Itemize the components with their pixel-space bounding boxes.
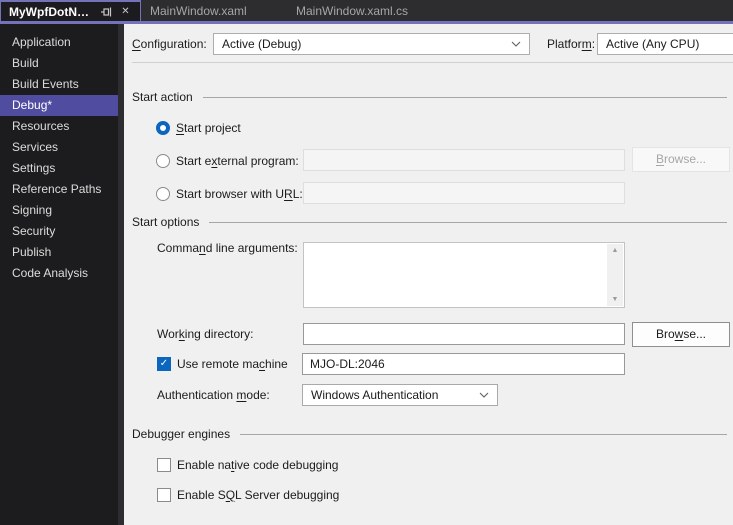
sidebar-item-publish[interactable]: Publish bbox=[0, 242, 118, 263]
sidebar-item-code-analysis[interactable]: Code Analysis bbox=[0, 263, 118, 284]
close-icon[interactable]: ✕ bbox=[119, 5, 132, 19]
browse-external-button[interactable]: Browse... bbox=[632, 147, 730, 172]
tab-label: MyWpfDotNetF* bbox=[9, 4, 94, 19]
textarea-scrollbar[interactable]: ▲ ▼ bbox=[607, 244, 623, 306]
group-rule bbox=[240, 433, 727, 435]
sidebar-item-build-events[interactable]: Build Events bbox=[0, 74, 118, 95]
tab-label: MainWindow.xaml bbox=[150, 3, 247, 18]
sidebar-item-debug[interactable]: Debug* bbox=[0, 95, 124, 116]
authentication-mode-label: Authentication mode: bbox=[157, 388, 270, 402]
sidebar-item-build[interactable]: Build bbox=[0, 53, 118, 74]
working-directory-label: Working directory: bbox=[157, 327, 254, 341]
platform-value: Active (Any CPU) bbox=[606, 37, 700, 51]
start-options-group-header: Start options bbox=[132, 215, 727, 229]
section-divider bbox=[132, 62, 733, 63]
sidebar-item-reference-paths[interactable]: Reference Paths bbox=[0, 179, 118, 200]
start-browser-radio-row: Start browser with URL: bbox=[156, 186, 303, 201]
enable-native-debugging-checkbox[interactable] bbox=[157, 457, 171, 472]
start-external-radio[interactable] bbox=[156, 153, 170, 168]
debug-page-content: Configuration: Active (Debug) Platform: … bbox=[124, 24, 733, 525]
chevron-down-icon bbox=[511, 41, 521, 47]
enable-sql-debugging-row: Enable SQL Server debugging bbox=[157, 487, 339, 502]
start-action-title: Start action bbox=[132, 90, 193, 104]
authentication-mode-dropdown[interactable]: Windows Authentication bbox=[302, 384, 498, 406]
sidebar-item-resources[interactable]: Resources bbox=[0, 116, 118, 137]
working-directory-input[interactable] bbox=[303, 323, 625, 345]
start-project-radio-row: Start project bbox=[156, 120, 241, 135]
tab-mainwindow-xaml-cs[interactable]: MainWindow.xaml.cs bbox=[287, 0, 455, 21]
sidebar-item-signing[interactable]: Signing bbox=[0, 200, 118, 221]
property-pages-sidebar: Application Build Build Events Debug* Re… bbox=[0, 24, 124, 525]
use-remote-machine-checkbox[interactable]: ✓ bbox=[157, 356, 171, 371]
start-browser-radio[interactable] bbox=[156, 186, 170, 201]
configuration-value: Active (Debug) bbox=[222, 37, 302, 51]
main-area: Application Build Build Events Debug* Re… bbox=[0, 24, 733, 525]
tab-label: MainWindow.xaml.cs bbox=[296, 3, 409, 18]
sidebar-item-application[interactable]: Application bbox=[0, 32, 118, 53]
sidebar-item-settings[interactable]: Settings bbox=[0, 158, 118, 179]
debugger-engines-group-header: Debugger engines bbox=[132, 427, 727, 441]
use-remote-machine-label: Use remote machine bbox=[177, 356, 288, 371]
external-program-input[interactable] bbox=[303, 149, 625, 171]
command-line-arguments-textarea[interactable]: ▲ ▼ bbox=[303, 242, 625, 308]
debugger-engines-title: Debugger engines bbox=[132, 427, 231, 441]
command-line-arguments-label: Command line arguments: bbox=[157, 241, 298, 255]
sidebar-item-security[interactable]: Security bbox=[0, 221, 118, 242]
start-action-group-header: Start action bbox=[132, 90, 727, 104]
tab-project-properties[interactable]: MyWpfDotNetF* ✕ bbox=[0, 0, 141, 21]
start-external-label: Start external program: bbox=[176, 153, 299, 168]
start-project-radio[interactable] bbox=[156, 120, 170, 135]
chevron-down-icon bbox=[479, 392, 489, 398]
browser-url-input[interactable] bbox=[303, 182, 625, 204]
authentication-mode-value: Windows Authentication bbox=[311, 388, 439, 402]
scroll-down-icon[interactable]: ▼ bbox=[612, 296, 619, 303]
group-rule bbox=[209, 221, 727, 223]
configuration-label: Configuration: bbox=[132, 37, 207, 51]
remote-machine-input[interactable] bbox=[302, 353, 625, 375]
start-browser-label: Start browser with URL: bbox=[176, 186, 303, 201]
pin-icon[interactable] bbox=[100, 5, 113, 19]
document-tab-bar: MyWpfDotNetF* ✕ MainWindow.xaml MainWind… bbox=[0, 0, 733, 21]
enable-sql-debugging-checkbox[interactable] bbox=[157, 487, 171, 502]
enable-sql-debugging-label: Enable SQL Server debugging bbox=[177, 487, 340, 502]
start-project-label: Start project bbox=[176, 120, 241, 135]
enable-native-debugging-label: Enable native code debugging bbox=[177, 457, 339, 472]
group-rule bbox=[202, 96, 727, 98]
check-icon: ✓ bbox=[159, 358, 169, 369]
platform-dropdown[interactable]: Active (Any CPU) bbox=[597, 33, 733, 55]
start-options-title: Start options bbox=[132, 215, 200, 229]
use-remote-machine-row: ✓ Use remote machine bbox=[157, 356, 288, 371]
scroll-up-icon[interactable]: ▲ bbox=[612, 247, 619, 254]
configuration-dropdown[interactable]: Active (Debug) bbox=[213, 33, 530, 55]
browse-working-directory-button[interactable]: Browse... bbox=[632, 322, 730, 347]
enable-native-debugging-row: Enable native code debugging bbox=[157, 457, 338, 472]
tab-mainwindow-xaml[interactable]: MainWindow.xaml bbox=[141, 0, 287, 21]
start-external-radio-row: Start external program: bbox=[156, 153, 299, 168]
sidebar-item-services[interactable]: Services bbox=[0, 137, 118, 158]
platform-label: Platform: bbox=[547, 37, 596, 51]
